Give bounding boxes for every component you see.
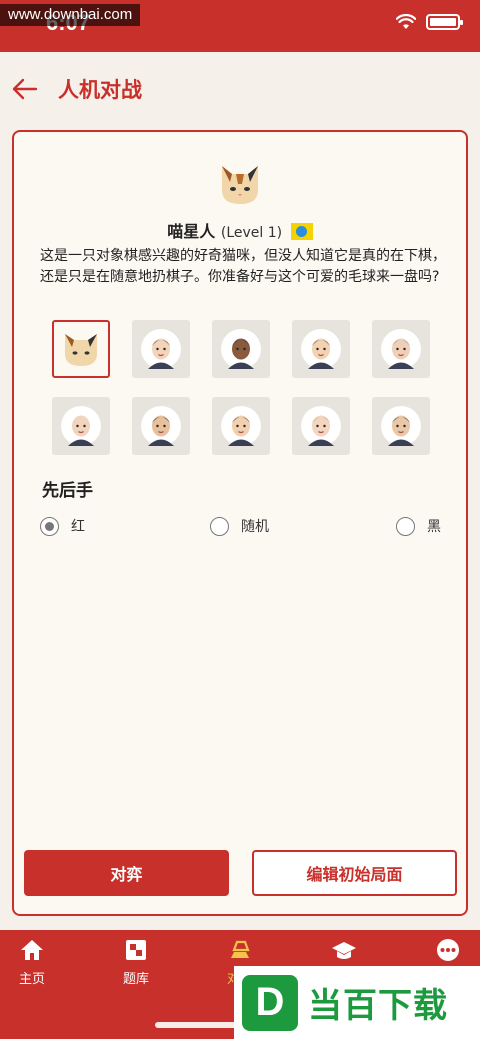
back-arrow-icon[interactable] [10, 74, 40, 104]
header: 人机对战 [0, 52, 480, 128]
watermark-text: 当百下载 [308, 986, 448, 1026]
play-button[interactable]: 对弈 [24, 850, 229, 896]
avatar-option-woman[interactable] [212, 397, 270, 455]
person-face-icon [301, 329, 341, 369]
radio-red-label: 红 [71, 519, 85, 535]
person-face-icon [381, 329, 421, 369]
opponent-avatar-grid [52, 320, 432, 455]
tab-home-label: 主页 [18, 972, 45, 987]
status-icons [396, 14, 463, 30]
avatar-option-boy-glasses-less[interactable] [132, 320, 190, 378]
watermark-url: www.downbai.com [0, 4, 141, 26]
radio-red-circle[interactable] [40, 516, 59, 536]
cat-avatar-icon [222, 166, 258, 204]
radio-black[interactable]: 黑 [396, 516, 441, 536]
radio-random-circle[interactable] [210, 516, 229, 536]
watermark-logo: D [242, 974, 298, 1031]
avatar-option-bald-man[interactable] [52, 397, 110, 455]
move-order-options: 红 随机 黑 [40, 516, 450, 540]
radio-black-circle[interactable] [396, 516, 415, 536]
watermark-brand: D 当百下载 [234, 966, 480, 1039]
person-face-icon [381, 406, 421, 446]
radio-black-label: 黑 [427, 519, 441, 535]
status-bar: 6:07 www.downbai.com [0, 0, 480, 52]
wifi-icon [396, 14, 416, 29]
person-face-icon [221, 406, 261, 446]
avatar-option-young-man[interactable] [292, 320, 350, 378]
edit-initial-position-button[interactable]: 编辑初始局面 [252, 850, 457, 896]
person-face-icon [141, 406, 181, 446]
chess-icon [231, 940, 250, 958]
tab-home[interactable]: 主页 [2, 938, 62, 987]
person-face-icon [301, 406, 341, 446]
battery-icon [426, 14, 463, 30]
graduation-cap-icon [332, 942, 356, 959]
opponent-card: 喵星人 (Level 1) 这是一只对象棋感兴趣的好奇猫咪，但没人知道它是真的在… [12, 130, 468, 916]
avatar-option-older-man[interactable] [372, 320, 430, 378]
radio-red[interactable]: 红 [40, 516, 85, 536]
opponent-description: 这是一只对象棋感兴趣的好奇猫咪，但没人知道它是真的在下棋，还是只是在随意地扔棋子… [40, 248, 446, 285]
opponent-level: (Level 1) [220, 225, 283, 241]
tab-puzzles-label: 题库 [122, 972, 149, 987]
radio-random-label: 随机 [241, 519, 269, 535]
opponent-name-row: 喵星人 (Level 1) [14, 218, 466, 242]
main-screen: 人机对战 喵星人 (Level 1) 这是一只对象棋感兴趣的好奇猫咪，但没人知道… [0, 52, 480, 930]
tab-puzzles[interactable]: 题库 [106, 938, 166, 987]
avatar-option-man-glasses[interactable] [132, 397, 190, 455]
cat-face-icon [65, 334, 97, 366]
puzzle-icon [126, 940, 146, 960]
radio-random[interactable]: 随机 [210, 516, 269, 536]
avatar-option-hijab-woman[interactable] [212, 320, 270, 378]
opponent-name: 喵星人 [167, 222, 216, 241]
person-face-icon [221, 329, 261, 369]
avatar-option-blond-man[interactable] [292, 397, 350, 455]
avatar-option-cat[interactable] [52, 320, 110, 378]
page-title: 人机对战 [58, 78, 142, 102]
avatar-option-man-suit[interactable] [372, 397, 430, 455]
move-order-title: 先后手 [42, 481, 93, 501]
person-face-icon [61, 406, 101, 446]
more-icon [437, 939, 459, 961]
person-face-icon [141, 329, 181, 369]
level-badge-icon [290, 223, 313, 240]
home-icon [21, 940, 43, 960]
